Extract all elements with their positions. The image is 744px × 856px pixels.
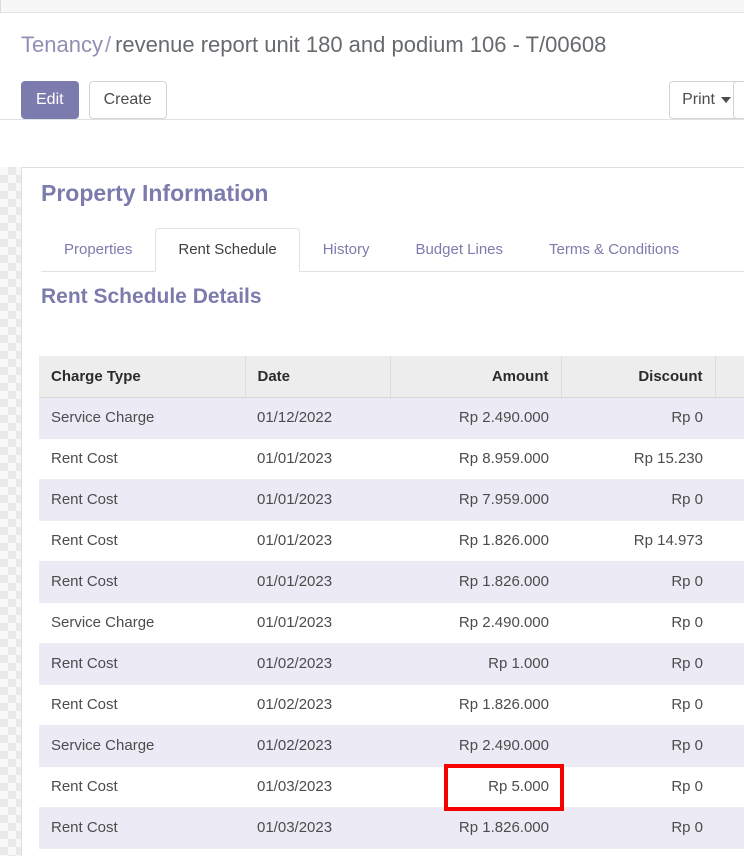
cell-charge-type: Rent Cost	[39, 479, 245, 521]
cell-discount: Rp 0	[561, 807, 715, 849]
window-left-edge	[0, 0, 1, 13]
cell-extra	[715, 807, 744, 849]
table-row[interactable]: Service Charge 01/02/2023 Rp 2.490.000 R…	[39, 725, 744, 767]
table-row[interactable]: Service Charge 01/12/2022 Rp 2.490.000 R…	[39, 397, 744, 439]
cell-date: 01/02/2023	[245, 725, 390, 767]
tab-rent-schedule[interactable]: Rent Schedule	[155, 228, 300, 272]
cell-amount: Rp 1.000	[390, 643, 561, 685]
table-row[interactable]: Rent Cost 01/01/2023 Rp 8.959.000 Rp 15.…	[39, 438, 744, 480]
cell-discount: Rp 0	[561, 561, 715, 603]
cell-amount: Rp 7.959.000	[390, 479, 561, 521]
table-body: Service Charge 01/12/2022 Rp 2.490.000 R…	[39, 397, 744, 849]
cell-amount: Rp 2.490.000	[390, 397, 561, 439]
table-row[interactable]: Rent Cost 01/02/2023 Rp 1.826.000 Rp 0	[39, 684, 744, 726]
record-action-buttons: Edit Create	[21, 81, 167, 119]
tab-budget-lines[interactable]: Budget Lines	[392, 228, 526, 272]
cell-charge-type: Rent Cost	[39, 520, 245, 562]
rent-schedule-table: Charge Type Date Amount Discount Service…	[39, 356, 744, 849]
cell-date: 01/02/2023	[245, 684, 390, 726]
cell-charge-type: Rent Cost	[39, 438, 245, 480]
column-header-date[interactable]: Date	[245, 356, 391, 398]
page-title: Property Information	[41, 180, 269, 206]
cell-amount: Rp 2.490.000	[390, 725, 561, 767]
print-label: Print	[682, 91, 715, 108]
table-header-row: Charge Type Date Amount Discount	[39, 356, 744, 398]
chevron-down-icon	[721, 96, 731, 103]
cell-charge-type: Rent Cost	[39, 766, 245, 808]
cell-amount: Rp 1.826.000	[390, 561, 561, 603]
cell-amount: Rp 2.490.000	[390, 602, 561, 644]
breadcrumb-current-record: revenue report unit 180 and podium 106 -…	[115, 32, 607, 57]
cell-discount: Rp 0	[561, 643, 715, 685]
cell-charge-type: Rent Cost	[39, 684, 245, 726]
cell-charge-type: Rent Cost	[39, 807, 245, 849]
cell-date: 01/02/2023	[245, 643, 390, 685]
cell-extra	[715, 438, 744, 480]
cell-discount: Rp 0	[561, 725, 715, 767]
cell-date: 01/03/2023	[245, 807, 390, 849]
tab-history[interactable]: History	[300, 228, 393, 272]
cell-amount: Rp 1.826.000	[390, 684, 561, 726]
cell-extra	[715, 766, 744, 808]
transparent-gutter	[0, 167, 21, 856]
cell-discount: Rp 0	[561, 479, 715, 521]
form-sheet: Property Information Properties Rent Sche…	[21, 167, 744, 856]
cell-amount-highlighted: Rp 5.000	[390, 766, 561, 808]
breadcrumb-root-link[interactable]: Tenancy	[21, 32, 103, 57]
column-header-extra	[715, 356, 744, 398]
cell-amount: Rp 1.826.000	[390, 807, 561, 849]
clipped-top-bar	[0, 0, 744, 13]
create-button[interactable]: Create	[88, 81, 167, 119]
tab-properties[interactable]: Properties	[41, 228, 155, 272]
cell-discount: Rp 0	[561, 397, 715, 439]
cell-extra	[715, 520, 744, 562]
table-row[interactable]: Rent Cost 01/03/2023 Rp 1.826.000 Rp 0	[39, 807, 744, 849]
column-header-discount[interactable]: Discount	[561, 356, 716, 398]
action-dropdown-button-partial[interactable]	[733, 81, 744, 119]
table-row[interactable]: Rent Cost 01/02/2023 Rp 1.000 Rp 0	[39, 643, 744, 685]
cell-extra	[715, 479, 744, 521]
content-gap	[0, 120, 744, 167]
cell-discount: Rp 0	[561, 602, 715, 644]
cell-discount: Rp 0	[561, 684, 715, 726]
cell-extra	[715, 643, 744, 685]
cell-date: 01/01/2023	[245, 479, 390, 521]
cell-date: 01/03/2023	[245, 766, 390, 808]
control-panel: Tenancy/revenue report unit 180 and podi…	[0, 13, 744, 120]
cell-charge-type: Service Charge	[39, 602, 245, 644]
cell-extra	[715, 725, 744, 767]
cell-date: 01/01/2023	[245, 438, 390, 480]
cell-extra	[715, 561, 744, 603]
table-row[interactable]: Service Charge 01/01/2023 Rp 2.490.000 R…	[39, 602, 744, 644]
table-row[interactable]: Rent Cost 01/03/2023 Rp 5.000 Rp 0	[39, 766, 744, 808]
cell-charge-type: Rent Cost	[39, 561, 245, 603]
column-header-charge-type[interactable]: Charge Type	[39, 356, 246, 398]
breadcrumb: Tenancy/revenue report unit 180 and podi…	[21, 31, 606, 59]
cell-date: 01/01/2023	[245, 602, 390, 644]
cell-date: 01/01/2023	[245, 520, 390, 562]
cell-extra	[715, 684, 744, 726]
table-row[interactable]: Rent Cost 01/01/2023 Rp 7.959.000 Rp 0	[39, 479, 744, 521]
cell-charge-type: Service Charge	[39, 397, 245, 439]
cell-charge-type: Rent Cost	[39, 643, 245, 685]
notebook-tabs: Properties Rent Schedule History Budget Lin…	[41, 228, 744, 272]
cell-extra	[715, 397, 744, 439]
tab-terms-conditions[interactable]: Terms & Conditions	[526, 228, 702, 272]
table-row[interactable]: Rent Cost 01/01/2023 Rp 1.826.000 Rp 0	[39, 561, 744, 603]
cell-charge-type: Service Charge	[39, 725, 245, 767]
edit-button[interactable]: Edit	[21, 81, 79, 119]
cell-amount: Rp 8.959.000	[390, 438, 561, 480]
cell-discount: Rp 0	[561, 766, 715, 808]
cell-date: 01/12/2022	[245, 397, 390, 439]
breadcrumb-separator: /	[104, 32, 112, 57]
cell-discount: Rp 15.230	[561, 438, 715, 480]
cell-amount: Rp 1.826.000	[390, 520, 561, 562]
table-row[interactable]: Rent Cost 01/01/2023 Rp 1.826.000 Rp 14.…	[39, 520, 744, 562]
column-header-amount[interactable]: Amount	[390, 356, 562, 398]
section-subtitle: Rent Schedule Details	[41, 285, 262, 308]
cell-extra	[715, 602, 744, 644]
cell-date: 01/01/2023	[245, 561, 390, 603]
cell-discount: Rp 14.973	[561, 520, 715, 562]
